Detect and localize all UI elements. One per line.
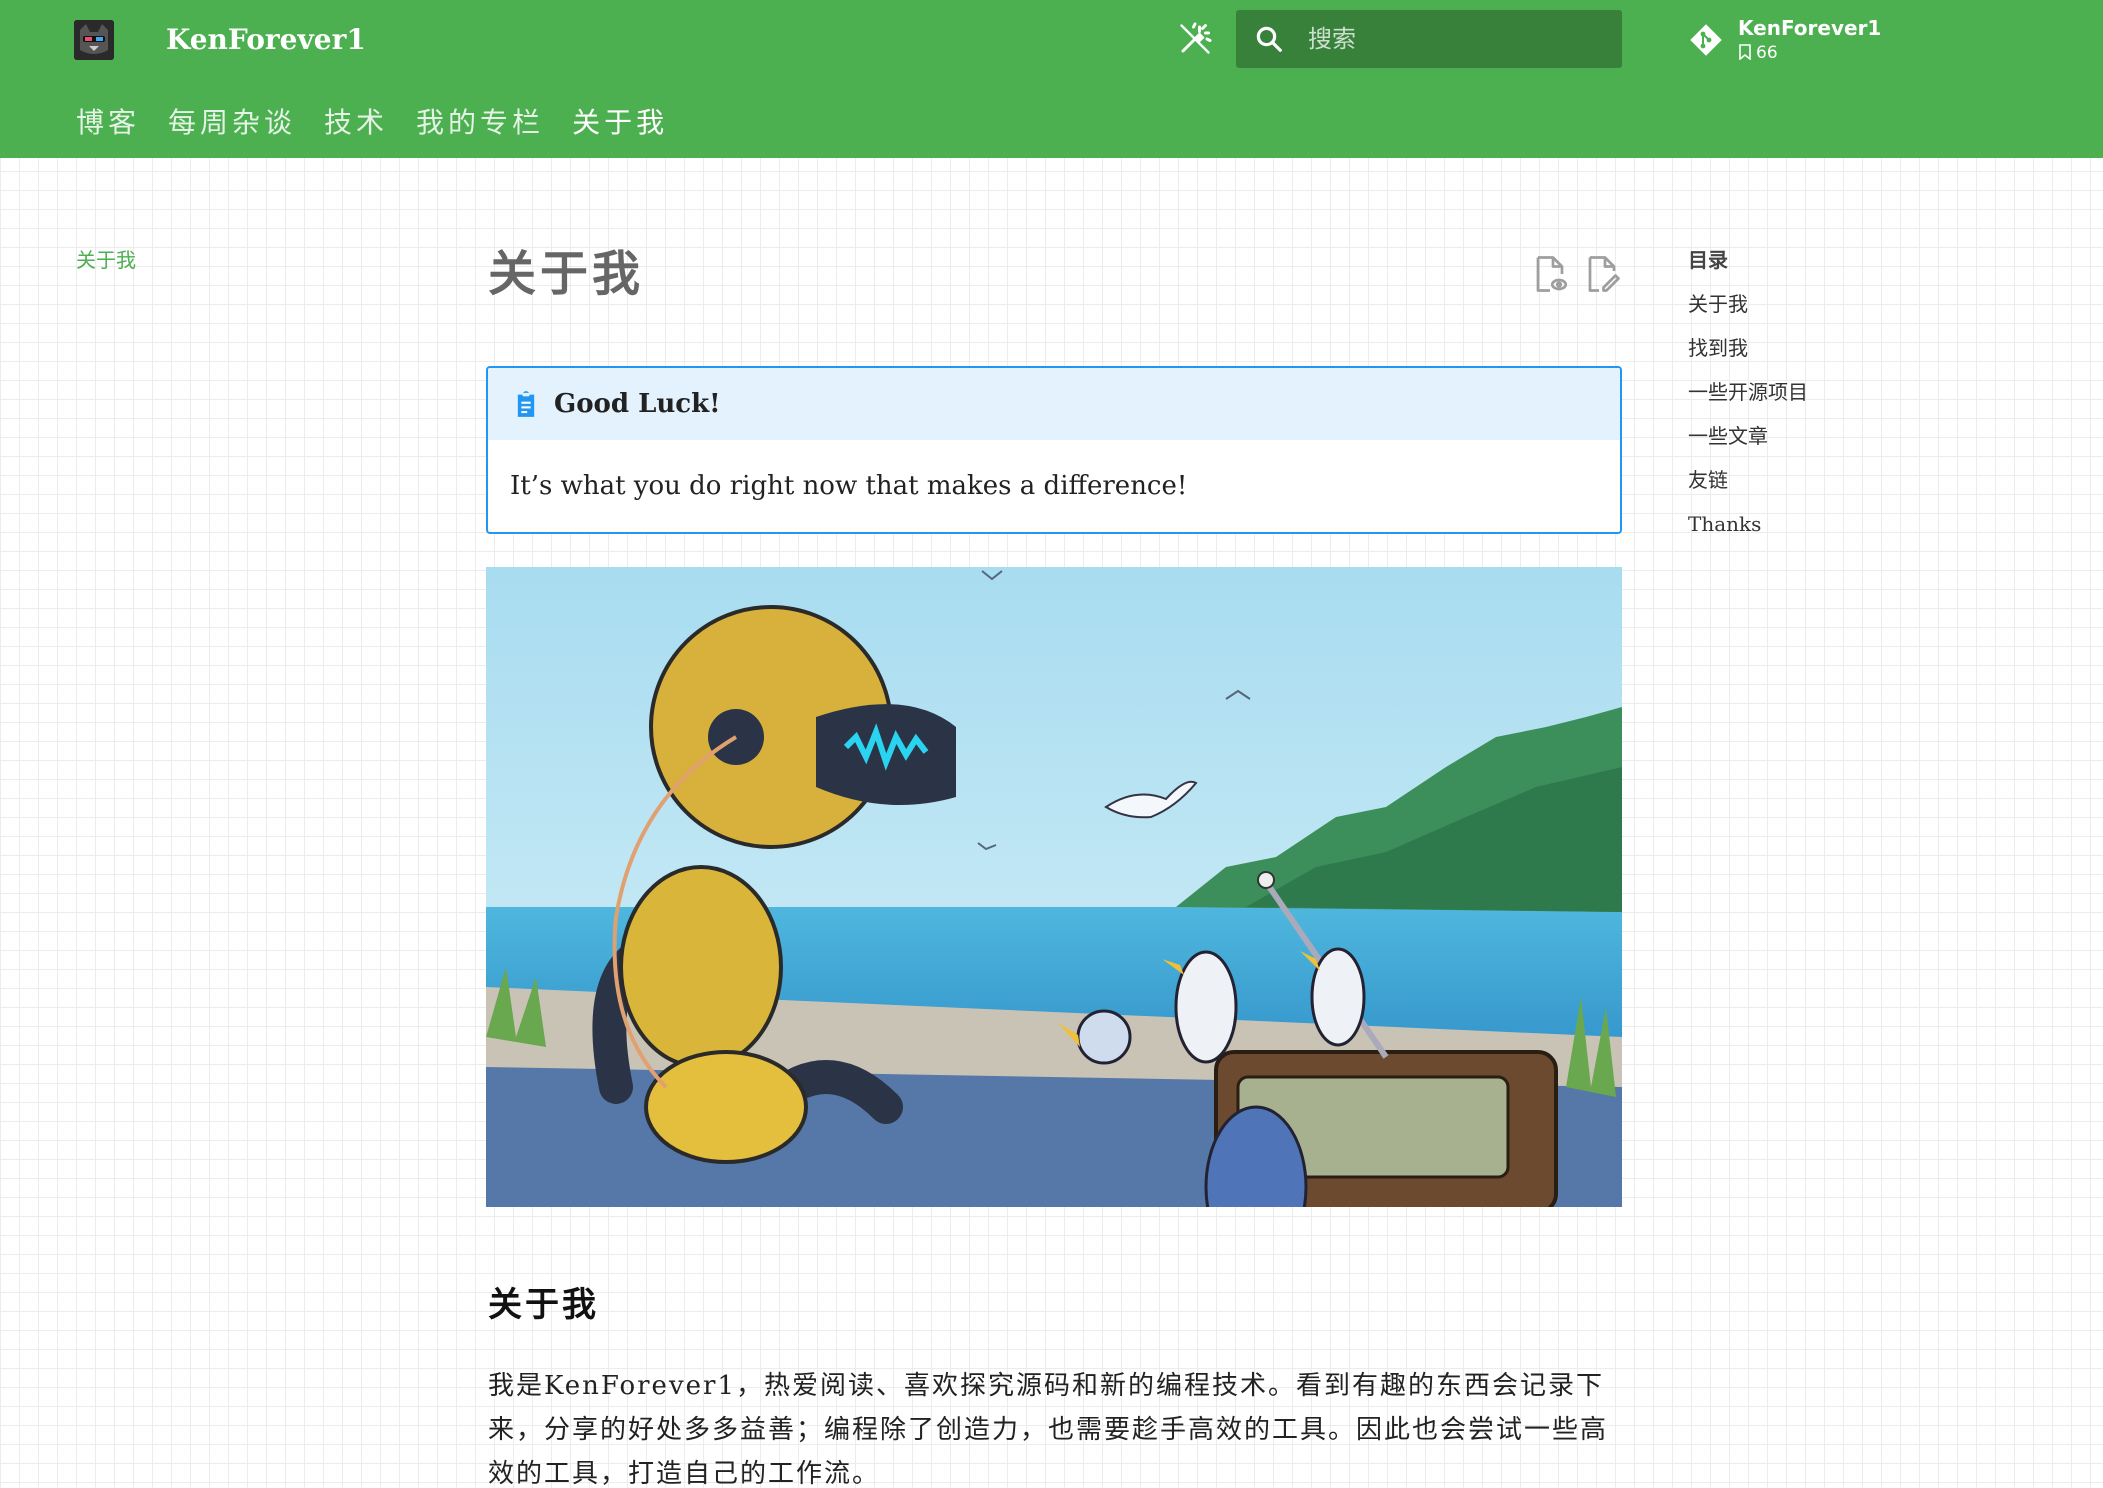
site-logo[interactable] xyxy=(74,20,114,60)
theme-toggle-icon[interactable] xyxy=(1177,21,1213,57)
repo-stars: 66 xyxy=(1738,42,1778,64)
hero-illustration xyxy=(486,567,1622,1207)
repo-name: KenForever1 xyxy=(1738,16,1882,40)
admonition-header: Good Luck! xyxy=(488,368,1620,440)
repo-link[interactable]: KenForever1 66 xyxy=(1688,16,1888,66)
toc-item-thanks[interactable]: Thanks xyxy=(1680,508,2060,540)
toc-item-articles[interactable]: 一些文章 xyxy=(1680,420,2060,452)
tab-blog[interactable]: 博客 xyxy=(76,102,140,144)
admonition-title: Good Luck! xyxy=(554,389,721,419)
clipboard-icon xyxy=(517,391,535,417)
bookmark-icon xyxy=(1739,44,1751,61)
nav-tabs: 博客 每周杂谈 技术 我的专栏 关于我 xyxy=(62,102,682,144)
section-heading-about: 关于我 xyxy=(488,1285,599,1325)
edit-page-icon[interactable] xyxy=(1584,254,1620,294)
toc-item-open-source[interactable]: 一些开源项目 xyxy=(1680,376,2060,408)
admonition-body: It’s what you do right now that makes a … xyxy=(510,471,1188,501)
git-icon xyxy=(1690,24,1722,56)
toc-item-find-me[interactable]: 找到我 xyxy=(1680,332,2060,364)
repo-star-count: 66 xyxy=(1756,43,1778,63)
tab-tech[interactable]: 技术 xyxy=(324,102,388,144)
search-icon xyxy=(1256,26,1282,52)
toc-item-friend-links[interactable]: 友链 xyxy=(1680,464,2060,496)
site-name[interactable]: KenForever1 xyxy=(166,22,366,58)
tab-columns[interactable]: 我的专栏 xyxy=(416,102,544,144)
tab-about[interactable]: 关于我 xyxy=(572,102,668,144)
intro-paragraph: 我是KenForever1，热爱阅读、喜欢探究源码和新的编程技术。看到有趣的东西… xyxy=(488,1371,1609,1488)
toc-item-about[interactable]: 关于我 xyxy=(1680,288,2060,320)
left-sidebar: 关于我 xyxy=(62,244,432,276)
note-admonition: Good Luck! It’s what you do right now th… xyxy=(486,366,1622,534)
table-of-contents: 目录 关于我 找到我 一些开源项目 一些文章 友链 Thanks xyxy=(1680,244,2060,540)
tab-weekly[interactable]: 每周杂谈 xyxy=(168,102,296,144)
page-title: 关于我 xyxy=(488,246,645,302)
view-source-icon[interactable] xyxy=(1532,254,1568,294)
sidebar-item-about[interactable]: 关于我 xyxy=(62,244,432,276)
toc-title: 目录 xyxy=(1688,248,1728,272)
search-input[interactable] xyxy=(1308,10,1608,68)
search-bar[interactable] xyxy=(1236,10,1622,68)
top-header: KenForever1 KenForever1 66 xyxy=(0,0,2103,158)
